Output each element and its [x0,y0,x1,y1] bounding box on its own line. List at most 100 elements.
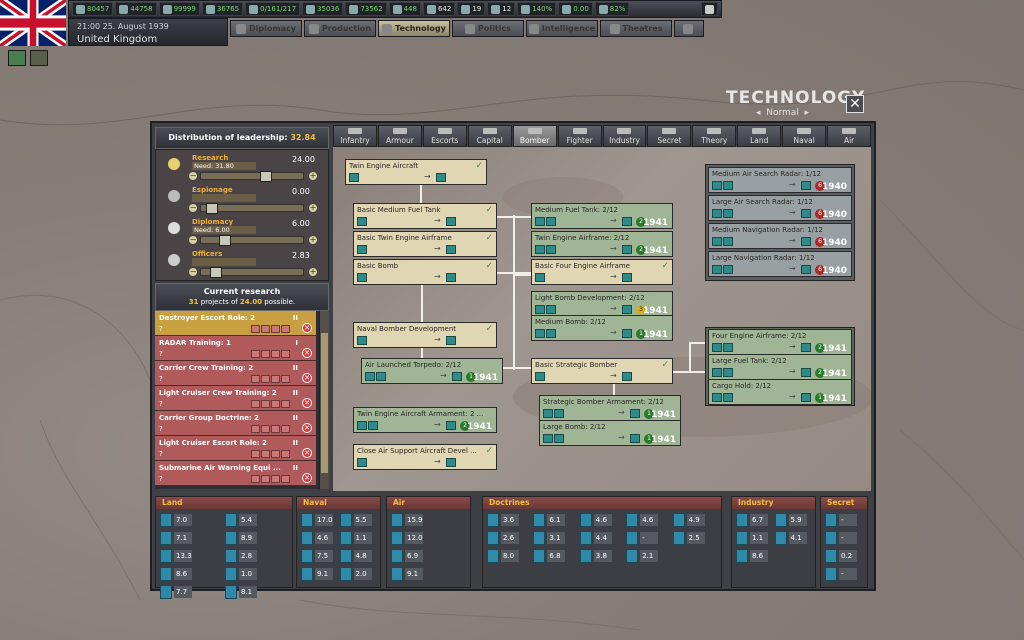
tab-infantry[interactable]: Infantry [333,125,377,147]
tech-node[interactable]: Light Bomb Development: 2/12 → 3 1941 [531,291,673,317]
summary-cell[interactable]: 8.6 [160,567,192,581]
tech-node[interactable]: Medium Bomb: 2/12 → 1 1941 [531,315,673,341]
tech-node[interactable]: Medium Fuel Tank: 2/12 → 2 1941 [531,203,673,229]
summary-cell[interactable]: 7.0 [160,513,192,527]
nav-tab-statistics[interactable] [674,20,704,37]
nav-tab-diplomacy[interactable]: Diplomacy [230,20,302,37]
tab-bomber[interactable]: Bomber [512,125,557,147]
move-top-icon[interactable] [251,325,260,333]
nav-tab-technology[interactable]: Technology [378,20,450,37]
summary-cell[interactable]: 4.6 [301,531,333,545]
move-down-icon[interactable] [271,475,280,483]
tab-naval[interactable]: Naval [782,125,827,147]
summary-cell[interactable]: 8.6 [736,549,768,563]
tab-armour[interactable]: Armour [377,125,422,147]
increase-button[interactable]: + [308,171,318,181]
tech-node[interactable]: Twin Engine Airframe: 2/12 → 2 1941 [531,231,673,257]
summary-cell[interactable]: 15.9 [391,513,423,527]
research-queue-scrollbar[interactable] [319,311,329,489]
tech-node[interactable]: Basic Medium Fuel Tank ✓ → [353,203,497,229]
resource-rare-materials[interactable]: 99999 [158,2,200,16]
summary-cell[interactable]: - [626,531,659,545]
tech-node[interactable]: Large Navigation Radar: 1/12 → 6 1940 [708,251,852,277]
resource-oil[interactable]: 36765 [201,2,244,16]
summary-cell[interactable]: 2.0 [339,567,372,581]
move-bottom-icon[interactable] [281,450,290,458]
nav-tab-theatres[interactable]: Theatres [600,20,672,37]
move-bottom-icon[interactable] [281,400,290,408]
move-bottom-icon[interactable] [281,425,290,433]
nav-tab-intelligence[interactable]: Intelligence [526,20,598,37]
move-down-icon[interactable] [271,375,280,383]
summary-cell[interactable]: 2.1 [626,549,659,563]
summary-cell[interactable]: 3.8 [579,549,612,563]
tech-node[interactable]: Basic Four Engine Airframe ✓ → [531,259,673,285]
summary-cell[interactable]: 9.1 [301,567,333,581]
summary-cell[interactable]: - [825,567,857,581]
decrease-button[interactable]: − [188,203,198,213]
cancel-research-icon[interactable]: ✕ [302,448,312,458]
tech-node[interactable]: Large Fuel Tank: 2/12 → 2 1941 [708,354,852,380]
move-down-icon[interactable] [271,425,280,433]
tech-node[interactable]: Air Launched Torpedo: 2/12 → 1 1941 [361,358,503,384]
decrease-button[interactable]: − [188,171,198,181]
tech-node[interactable]: Naval Bomber Development ✓ → [353,322,497,348]
move-top-icon[interactable] [251,375,260,383]
move-top-icon[interactable] [251,400,260,408]
resource-threat[interactable]: 82% [594,2,630,16]
summary-cell[interactable]: 8.1 [225,585,257,599]
resource-fuel[interactable]: 35036 [302,2,344,16]
cancel-research-icon[interactable]: ✕ [302,473,312,483]
resource-metal[interactable]: 44758 [115,2,157,16]
summary-cell[interactable]: 7.1 [160,531,192,545]
slider-track[interactable] [200,203,304,214]
tech-node[interactable]: Cargo Hold: 2/12 → 1 1941 [708,379,852,405]
summary-cell[interactable]: 4.1 [774,531,807,545]
cancel-research-icon[interactable]: ✕ [302,423,312,433]
tech-node[interactable]: Strategic Bomber Armament: 2/12 → 1 1941 [539,395,681,421]
summary-cell[interactable]: 9.1 [391,567,423,581]
summary-cell[interactable]: 5.4 [225,513,257,527]
move-bottom-icon[interactable] [281,325,290,333]
slider-thumb[interactable] [205,203,218,214]
alerts-button[interactable] [30,50,48,66]
summary-cell[interactable]: 12.0 [391,531,423,545]
tech-node[interactable]: Close Air Support Aircraft Devel ... ✓ → [353,444,497,470]
summary-cell[interactable]: 6.9 [391,549,423,563]
cancel-research-icon[interactable]: ✕ [302,398,312,408]
resource-transport[interactable]: 642 [422,2,456,16]
research-item[interactable]: Carrier Group Doctrine: 2 II? ✕ [155,411,316,436]
move-down-icon[interactable] [271,325,280,333]
slider-thumb[interactable] [210,267,222,278]
summary-cell[interactable]: - [825,513,857,527]
tab-fighter[interactable]: Fighter [557,125,602,147]
summary-cell[interactable]: 7.7 [160,585,192,599]
research-mode[interactable]: ◂ Normal ▸ [756,108,809,118]
summary-cell[interactable]: 1.1 [339,531,372,545]
menu-button[interactable] [701,2,718,16]
close-button[interactable]: ✕ [846,95,864,113]
research-item[interactable]: Light Cruiser Escort Role: 2 II? ✕ [155,436,316,461]
research-item[interactable]: Destroyer Escort Role: 2 II? ✕ [155,311,316,336]
resource-unity[interactable]: 140% [517,2,557,16]
tab-capital[interactable]: Capital [467,125,512,147]
summary-cell[interactable]: 3.6 [487,513,519,527]
nav-tab-politics[interactable]: Politics [452,20,524,37]
increase-button[interactable]: + [308,267,318,277]
tech-node[interactable]: Medium Air Search Radar: 1/12 → 6 1940 [708,167,852,193]
research-item[interactable]: Light Cruiser Crew Training: 2 II? ✕ [155,386,316,411]
move-top-icon[interactable] [251,425,260,433]
summary-cell[interactable]: 6.8 [533,549,566,563]
summary-cell[interactable]: 6.7 [736,513,768,527]
summary-cell[interactable]: 1.1 [736,531,768,545]
slider-track[interactable] [200,235,304,246]
slider-track[interactable] [200,267,304,278]
move-down-icon[interactable] [271,400,280,408]
move-bottom-icon[interactable] [281,375,290,383]
slider-thumb[interactable] [259,171,272,182]
tab-escorts[interactable]: Escorts [422,125,467,147]
summary-cell[interactable]: 7.5 [301,549,333,563]
tech-node[interactable]: Large Bomb: 2/12 → 1 1941 [539,420,681,446]
move-down-icon[interactable] [271,350,280,358]
tech-node[interactable]: Basic Twin Engine Airframe ✓ → [353,231,497,257]
